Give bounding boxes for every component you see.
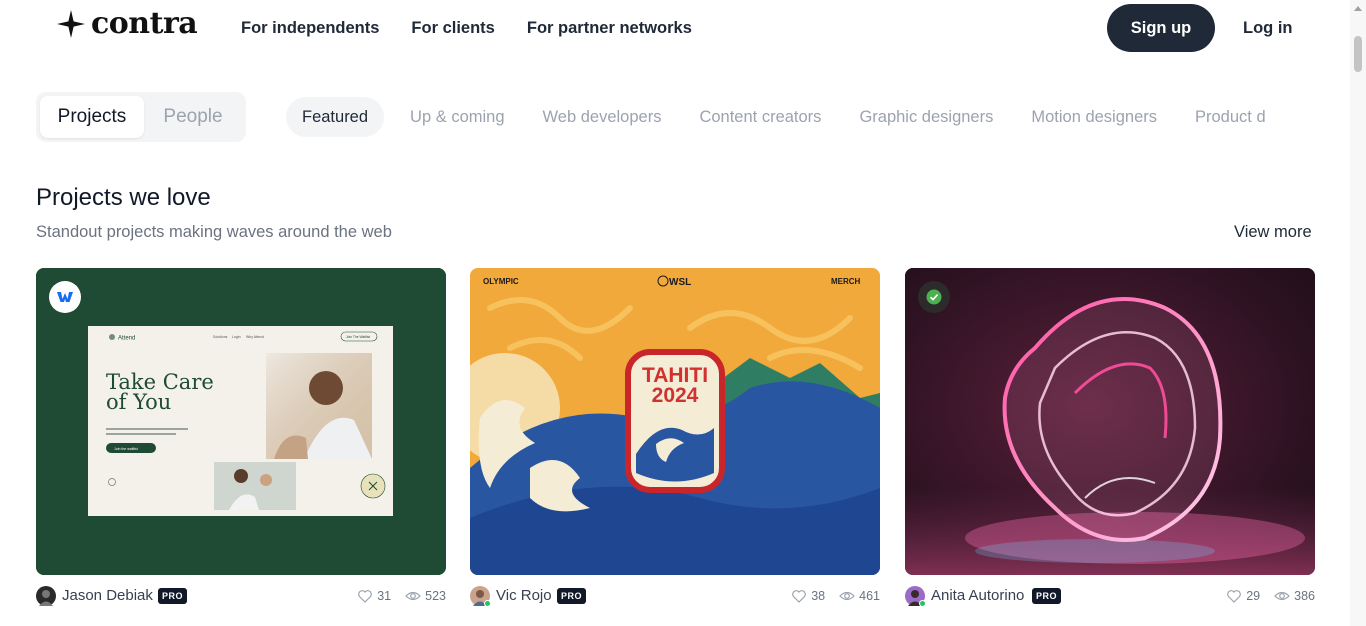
art-wsl-label: WSL — [669, 277, 691, 288]
tab-graphic-designers[interactable]: Graphic designers — [859, 97, 993, 137]
project-stats: 38 461 — [791, 588, 880, 604]
project-card-meta: Vic Rojo PRO 38 461 — [470, 585, 880, 607]
like-count: 31 — [377, 589, 392, 603]
eye-icon — [1274, 591, 1290, 601]
toggle-projects[interactable]: Projects — [40, 96, 144, 138]
site-header: contra For independents For clients For … — [0, 0, 1350, 60]
art-olympic-label: OLYMPIC — [483, 277, 519, 286]
view-count: 461 — [859, 589, 880, 603]
project-stats: 31 523 — [357, 588, 446, 604]
thumb-nav-why: Why Attend — [246, 335, 264, 339]
project-card-meta: Jason Debiak PRO 31 523 — [36, 585, 446, 607]
project-card-meta: Anita Autorino PRO 29 386 — [905, 585, 1315, 607]
art-badge-year: 2024 — [652, 384, 699, 407]
tahiti-2024-artwork: OLYMPIC WSL MERCH TAHITI 2024 — [470, 268, 880, 575]
view-count: 523 — [425, 589, 446, 603]
webflow-badge-icon — [49, 281, 81, 313]
nav-for-partner-networks[interactable]: For partner networks — [527, 19, 692, 38]
contra-star-icon — [57, 10, 85, 38]
category-tabs: Featured Up & coming Web developers Content… — [286, 97, 1316, 137]
sign-up-button[interactable]: Sign up — [1107, 4, 1215, 52]
tab-motion-designers[interactable]: Motion designers — [1031, 97, 1157, 137]
toggle-people[interactable]: People — [144, 96, 242, 138]
project-card-thumbnail[interactable]: OLYMPIC WSL MERCH TAHITI 2024 — [470, 268, 880, 575]
online-status-dot — [919, 600, 926, 607]
author-name[interactable]: Vic Rojo — [496, 587, 552, 604]
author-avatar[interactable] — [36, 586, 56, 606]
glass-ring-render — [905, 268, 1315, 575]
nav-for-clients[interactable]: For clients — [411, 19, 494, 38]
contra-logo[interactable]: contra — [57, 6, 198, 41]
tab-content-creators[interactable]: Content creators — [699, 97, 821, 137]
projects-people-toggle: Projects People — [36, 92, 246, 142]
logo-wordmark: contra — [91, 6, 198, 41]
project-card-thumbnail[interactable] — [905, 268, 1315, 575]
heart-icon[interactable] — [357, 588, 373, 604]
pro-badge: PRO — [557, 588, 587, 604]
scroll-thumb[interactable] — [1354, 36, 1362, 72]
tab-product-designers[interactable]: Product d — [1195, 97, 1266, 137]
tab-featured[interactable]: Featured — [286, 97, 385, 137]
pro-badge: PRO — [1032, 588, 1062, 604]
thumb-nav-solutions: Solutions — [213, 335, 228, 339]
author-name[interactable]: Jason Debiak — [62, 587, 153, 604]
log-in-link[interactable]: Log in — [1243, 19, 1292, 38]
eye-icon — [839, 591, 855, 601]
tab-up-and-coming[interactable]: Up & coming — [410, 97, 504, 137]
section-subtitle: Standout projects making waves around th… — [36, 223, 392, 241]
view-more-link[interactable]: View more — [1234, 223, 1312, 242]
thumb-nav-button: Join The Waitlist — [346, 335, 370, 339]
thumb-nav-login: Login — [232, 335, 241, 339]
attend-website-preview: Attend Solutions Login Why Attend Join T… — [36, 268, 446, 575]
verified-badge-icon — [918, 281, 950, 313]
thumb-headline-2: of You — [106, 390, 171, 414]
eye-icon — [405, 591, 421, 601]
main-nav: For independents For clients For partner… — [241, 19, 692, 38]
like-count: 29 — [1246, 589, 1261, 603]
project-card-thumbnail[interactable]: Attend Solutions Login Why Attend Join T… — [36, 268, 446, 575]
tab-web-developers[interactable]: Web developers — [543, 97, 662, 137]
thumb-cta: Join the waitlist — [114, 447, 138, 451]
author-name[interactable]: Anita Autorino — [931, 587, 1024, 604]
pro-badge: PRO — [158, 588, 188, 604]
like-count: 38 — [811, 589, 826, 603]
art-merch-label: MERCH — [831, 277, 861, 286]
thumb-site-name: Attend — [118, 336, 135, 342]
online-status-dot — [484, 600, 491, 607]
tabs-fade-overlay — [1270, 97, 1318, 137]
nav-for-independents[interactable]: For independents — [241, 19, 379, 38]
section-title: Projects we love — [36, 184, 211, 211]
view-count: 386 — [1294, 589, 1315, 603]
heart-icon[interactable] — [1226, 588, 1242, 604]
scroll-up-icon[interactable] — [1354, 6, 1362, 11]
page-scrollbar[interactable] — [1350, 0, 1366, 626]
project-stats: 29 386 — [1226, 588, 1315, 604]
heart-icon[interactable] — [791, 588, 807, 604]
